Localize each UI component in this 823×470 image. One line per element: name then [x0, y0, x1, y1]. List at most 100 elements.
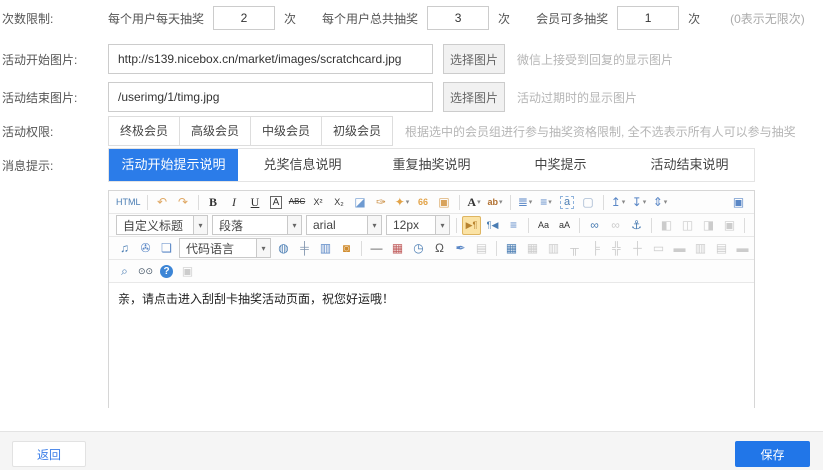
- format-painter-icon[interactable]: ✑: [372, 193, 391, 212]
- member-option-button[interactable]: 中级会员: [250, 116, 322, 146]
- source-code-icon[interactable]: HTML: [115, 193, 142, 212]
- unlink-icon[interactable]: ∞: [606, 216, 625, 235]
- insert-col-icon[interactable]: ╞: [586, 239, 605, 258]
- link-icon[interactable]: ∞: [585, 216, 604, 235]
- find-replace-icon[interactable]: ⊙⊙: [136, 262, 155, 281]
- toolbar-separator: [456, 218, 457, 233]
- insert-time-icon[interactable]: ◷: [409, 239, 428, 258]
- message-tab[interactable]: 活动开始提示说明: [109, 149, 238, 181]
- horizontal-rule-icon[interactable]: —: [367, 239, 386, 258]
- paste-icon[interactable]: ▣: [178, 262, 197, 281]
- to-uppercase-icon[interactable]: Aa: [534, 216, 553, 235]
- choose-end-image-button[interactable]: 选择图片: [443, 82, 505, 112]
- paste-plain-icon[interactable]: ▣: [435, 193, 454, 212]
- start-image-row: 活动开始图片: 选择图片 微信上接受到回复的显示图片: [0, 44, 823, 74]
- redo-icon[interactable]: ↷: [174, 193, 193, 212]
- split-row-icon[interactable]: ▬: [733, 239, 752, 258]
- chevron-down-icon: ▾: [256, 239, 270, 257]
- editor-toolbar-row-4: ⌕⊙⊙?▣: [109, 260, 754, 283]
- special-char-icon[interactable]: Ω: [430, 239, 449, 258]
- strikethrough-icon[interactable]: ABC: [288, 193, 307, 212]
- word-image-icon[interactable]: ▤: [472, 239, 491, 258]
- italic-icon[interactable]: I: [225, 193, 244, 212]
- editor-content[interactable]: 亲，请点击进入刮刮卡抽奖活动页面，祝您好运哦！: [109, 283, 754, 409]
- total-draw-input[interactable]: [427, 6, 489, 30]
- insert-table-icon[interactable]: ▦: [502, 239, 521, 258]
- preview-icon[interactable]: ⌕: [115, 262, 134, 281]
- insert-image-icon[interactable]: ▧: [750, 216, 754, 235]
- remove-format-icon[interactable]: ◪: [351, 193, 370, 212]
- permissions-hint: 根据选中的会员组进行参与抽奖资格限制, 全不选表示所有人可以参与抽奖: [405, 123, 796, 140]
- underline-icon[interactable]: U: [246, 193, 265, 212]
- font-color-icon[interactable]: A▾: [465, 193, 484, 212]
- table-full-width-icon[interactable]: ▬: [670, 239, 689, 258]
- anchor-icon[interactable]: ⚓: [627, 216, 646, 235]
- message-tab[interactable]: 活动结束说明: [625, 149, 754, 181]
- font-size-select[interactable]: 12px▾: [386, 215, 450, 235]
- line-height-icon[interactable]: ⇕▾: [651, 193, 670, 212]
- indent-icon[interactable]: ▶¶: [462, 216, 481, 235]
- limits-note: (0表示无限次): [730, 10, 805, 27]
- insert-date-icon[interactable]: ▦: [388, 239, 407, 258]
- merge-down-icon[interactable]: ▤: [712, 239, 731, 258]
- quick-format-icon[interactable]: ✒: [451, 239, 470, 258]
- ordered-list-icon[interactable]: ≣▾: [516, 193, 535, 212]
- columns-icon[interactable]: ▥: [316, 239, 335, 258]
- map-icon[interactable]: ◍: [274, 239, 293, 258]
- start-image-url-input[interactable]: [108, 44, 433, 74]
- member-option-button[interactable]: 初级会员: [321, 116, 393, 146]
- paragraph-rtl-icon[interactable]: ≡: [504, 216, 523, 235]
- music-icon[interactable]: ♫: [115, 239, 134, 258]
- font-family-select[interactable]: arial▾: [306, 215, 382, 235]
- image-float-right-icon[interactable]: ◨: [699, 216, 718, 235]
- save-button[interactable]: 保存: [735, 441, 810, 467]
- table-align-left-icon[interactable]: ▭: [649, 239, 668, 258]
- image-inline-icon[interactable]: ◫: [678, 216, 697, 235]
- daily-draw-input[interactable]: [213, 6, 275, 30]
- highlight-color-icon[interactable]: ab▾: [486, 193, 505, 212]
- subscript-icon[interactable]: X₂: [330, 193, 349, 212]
- to-lowercase-icon[interactable]: aA: [555, 216, 574, 235]
- split-cells-icon[interactable]: ┼: [628, 239, 647, 258]
- paragraph-style-select[interactable]: 自定义标题▾: [116, 215, 208, 235]
- superscript-icon[interactable]: X²: [309, 193, 328, 212]
- screenshot-icon[interactable]: ◙: [337, 239, 356, 258]
- message-tab[interactable]: 兑奖信息说明: [238, 149, 367, 181]
- unordered-list-icon[interactable]: ≡▾: [537, 193, 556, 212]
- table-title-icon[interactable]: ▥: [544, 239, 563, 258]
- activity-settings-page: 次数限制: 每个用户每天抽奖 次 每个用户总共抽奖 次 会员可多抽奖 次 (0表…: [0, 0, 823, 470]
- font-border-icon[interactable]: A: [267, 193, 286, 212]
- back-button[interactable]: 返回: [12, 441, 86, 467]
- anchor-link-icon[interactable]: a: [558, 193, 577, 212]
- paragraph-spacing-bottom-icon[interactable]: ↧▾: [630, 193, 649, 212]
- attachment-icon[interactable]: ✇: [136, 239, 155, 258]
- insert-code-icon[interactable]: ❏: [157, 239, 176, 258]
- help-icon[interactable]: ?: [157, 262, 176, 281]
- end-image-url-input[interactable]: [108, 82, 433, 112]
- undo-icon[interactable]: ↶: [153, 193, 172, 212]
- paragraph-format-select[interactable]: 段落▾: [212, 215, 302, 235]
- insert-row-icon[interactable]: ╥: [565, 239, 584, 258]
- image-center-icon[interactable]: ▣: [720, 216, 739, 235]
- new-page-icon[interactable]: ▢: [579, 193, 598, 212]
- page-break-icon[interactable]: ╪: [295, 239, 314, 258]
- member-option-button[interactable]: 高级会员: [179, 116, 251, 146]
- message-tab[interactable]: 中奖提示: [496, 149, 625, 181]
- auto-typeset-icon[interactable]: ✦▾: [393, 193, 412, 212]
- member-extra-draw-input[interactable]: [617, 6, 679, 30]
- fullscreen-icon[interactable]: ▣: [729, 193, 748, 212]
- delete-table-icon[interactable]: ▦: [523, 239, 542, 258]
- message-tab[interactable]: 重复抽奖说明: [367, 149, 496, 181]
- toolbar-separator: [651, 218, 652, 233]
- code-language-select[interactable]: 代码语言▾: [179, 238, 271, 258]
- paragraph-spacing-top-icon[interactable]: ↥▾: [609, 193, 628, 212]
- member-option-button[interactable]: 终极会员: [108, 116, 180, 146]
- image-float-left-icon[interactable]: ◧: [657, 216, 676, 235]
- choose-start-image-button[interactable]: 选择图片: [443, 44, 505, 74]
- paragraph-ltr-icon[interactable]: ¶◀: [483, 216, 502, 235]
- blockquote-icon[interactable]: 66: [414, 193, 433, 212]
- merge-cells-icon[interactable]: ╬: [607, 239, 626, 258]
- bold-icon[interactable]: B: [204, 193, 223, 212]
- merge-right-icon[interactable]: ▥: [691, 239, 710, 258]
- chevron-down-icon: ▾: [477, 198, 481, 206]
